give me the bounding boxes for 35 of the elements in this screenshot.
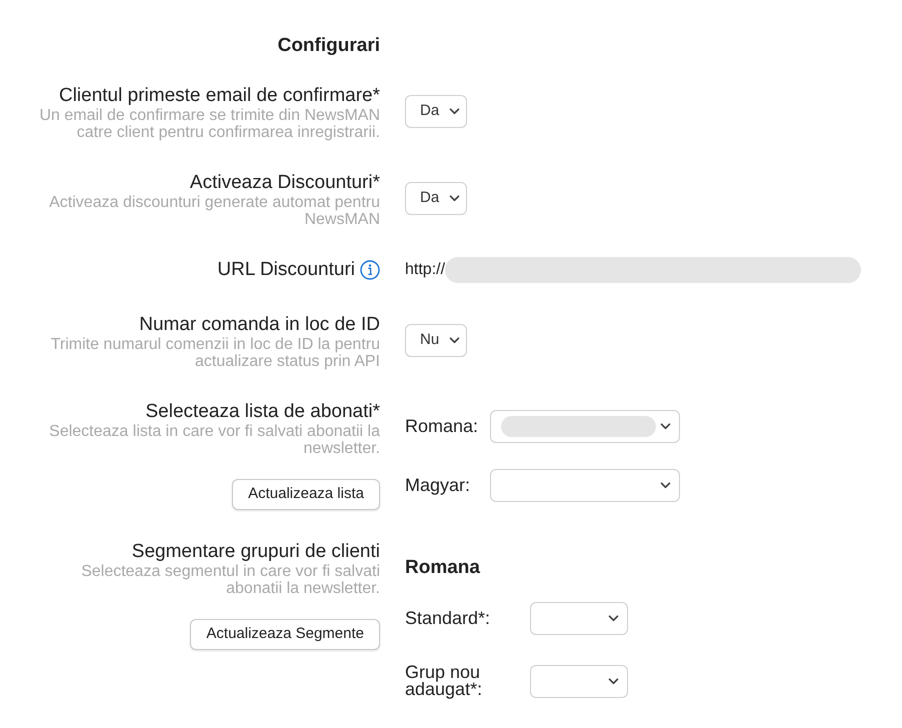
setting-label: Segmentare grupuri de clienti: [132, 541, 380, 563]
setting-label: Clientul primeste email de confirmare*: [58, 85, 380, 107]
setting-label: Activeaza Discounturi*: [190, 172, 380, 194]
yes-no-dropdown[interactable]: Da: [405, 182, 467, 215]
chevron-down-icon: [608, 615, 619, 622]
info-icon[interactable]: [360, 260, 380, 280]
group-title: Romana: [405, 557, 480, 579]
setting-description: Un email de confirmare se trimite din NewsMAN catre client pentru confirmarea inregistrarii.: [38, 107, 380, 141]
setting-label: URL Discounturi: [217, 259, 355, 281]
segment-label: Standard*:: [405, 610, 492, 627]
language-label: Romana:: [405, 415, 480, 438]
setting-description: Trimite numarul comenzii in loc de ID la pentru actualizare status prin API: [50, 336, 380, 370]
setting-description: Activeaza discounturi generate automat pentru NewsMAN: [48, 194, 380, 228]
url-text: http://: [405, 260, 446, 280]
chevron-down-icon: [660, 423, 671, 430]
segment-dropdown[interactable]: [530, 602, 628, 635]
chevron-down-icon: [608, 678, 619, 684]
setting-description: Selecteaza lista in care vor fi salvati abonatii la newsletter.: [48, 423, 380, 457]
segment-label: Grup nou adaugat*:: [405, 664, 484, 698]
segment-dropdown[interactable]: [530, 664, 628, 698]
yes-no-dropdown[interactable]: Nu: [405, 324, 467, 357]
yes-no-dropdown[interactable]: Da: [405, 95, 467, 128]
language-label: Magyar:: [405, 474, 472, 497]
list-dropdown[interactable]: [490, 469, 680, 502]
setting-label: Numar comanda in loc de ID: [139, 314, 380, 336]
setting-label: Selecteaza lista de abonati*: [146, 401, 380, 423]
update-button[interactable]: Actualizeaza Segmente: [190, 619, 380, 650]
chevron-down-icon: [660, 482, 671, 489]
list-dropdown[interactable]: [490, 410, 680, 443]
chevron-down-icon: [449, 337, 460, 344]
chevron-down-icon: [449, 195, 460, 202]
chevron-down-icon: [449, 108, 460, 115]
section-title: Configurari: [278, 35, 380, 57]
update-button[interactable]: Actualizeaza lista: [232, 479, 380, 510]
setting-description: Selecteaza segmentul in care vor fi salvati abonatii la newsletter.: [80, 563, 380, 597]
